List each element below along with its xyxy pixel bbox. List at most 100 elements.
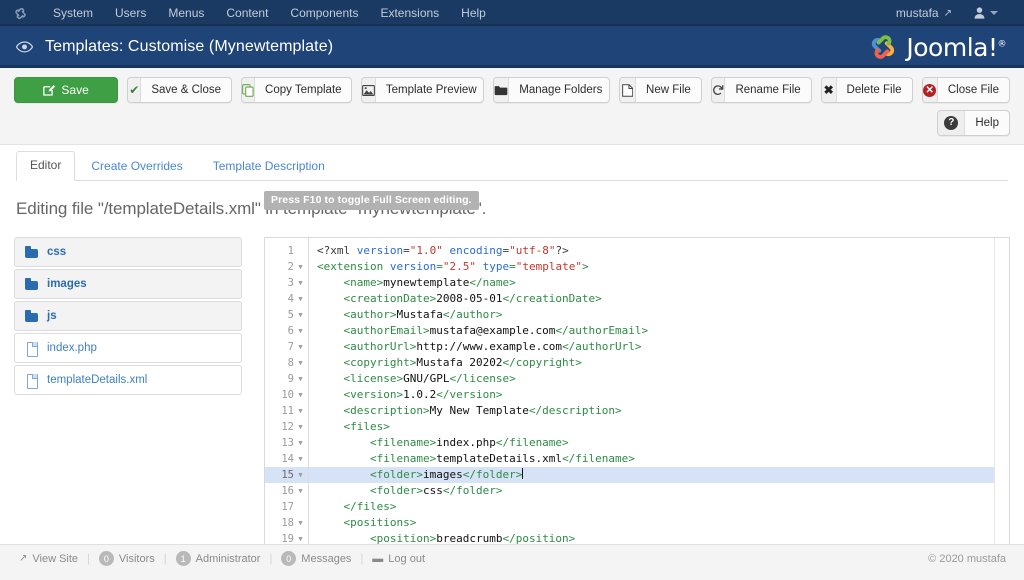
file-tree-item-templatedetails-xml[interactable]: templateDetails.xml (14, 365, 242, 395)
manage-folders-button[interactable]: Manage Folders (493, 77, 610, 103)
menu-item-extensions[interactable]: Extensions (369, 1, 450, 25)
code-line: <author>Mustafa</author> (309, 307, 1009, 323)
code-line: </files> (309, 499, 1009, 515)
code-token: "1.0" (409, 244, 443, 257)
visitors-status[interactable]: 0 Visitors (90, 551, 164, 566)
line-number: 4 (287, 293, 294, 305)
code-token: index.php (436, 436, 496, 449)
code-token: <name> (343, 276, 384, 289)
fold-arrow-icon[interactable]: ▼ (297, 339, 304, 355)
image-icon (361, 78, 376, 102)
editor-code-area[interactable]: <?xml version="1.0" encoding="utf-8"?> <e… (309, 238, 1009, 548)
logout-link[interactable]: ▬ Log out (363, 553, 434, 565)
fold-arrow-icon[interactable]: ▼ (297, 387, 304, 403)
fold-arrow-icon[interactable]: ▼ (297, 451, 304, 467)
user-menu-button[interactable] (964, 3, 1008, 23)
code-line: <folder>images</folder> (309, 467, 1009, 483)
fold-arrow-icon[interactable]: ▼ (297, 371, 304, 387)
visitors-label: Visitors (118, 552, 155, 565)
template-preview-button[interactable]: Template Preview (360, 77, 485, 103)
menu-item-users[interactable]: Users (104, 1, 157, 25)
fold-arrow-icon[interactable]: ▼ (297, 275, 304, 291)
menu-item-content[interactable]: Content (215, 1, 279, 25)
gutter-line: 5 ▼ (265, 307, 308, 323)
code-token: "template" (515, 260, 582, 273)
fullscreen-hint-tooltip: Press F10 to toggle Full Screen editing. (264, 191, 479, 210)
fold-arrow-icon[interactable]: ▼ (297, 467, 304, 483)
code-token: css (422, 484, 443, 497)
file-tree-item-js[interactable]: js (14, 301, 242, 331)
copy-template-button[interactable]: Copy Template (241, 77, 352, 103)
brand-wordmark: Joomla!® (906, 35, 1006, 60)
code-editor[interactable]: 1 2 ▼ 3 ▼ 4 ▼ 5 ▼ 6 ▼ 7 ▼ 8 ▼ 9 ▼ 10 ▼ 11 ▼ 12 ▼ 13 ▼ 14 ▼ 15 ▼ 16 ▼ 17… (264, 237, 1010, 549)
fold-arrow-icon[interactable]: ▼ (297, 435, 304, 451)
menu-item-components[interactable]: Components (279, 1, 369, 25)
file-icon (619, 78, 637, 102)
rename-file-label: Rename File (735, 84, 801, 96)
messages-status[interactable]: 0 Messages (272, 551, 360, 566)
tab-create-overrides[interactable]: Create Overrides (77, 152, 196, 181)
editor-vertical-scrollbar[interactable] (994, 238, 1009, 548)
save-and-close-button[interactable]: ✔ Save & Close (127, 77, 233, 103)
code-line: <filename>templateDetails.xml</filename> (309, 451, 1009, 467)
gutter-line: 1 (265, 243, 308, 259)
menu-item-system[interactable]: System (42, 1, 104, 25)
file-tree-item-index-php[interactable]: index.php (14, 333, 242, 363)
file-tree-item-css[interactable]: css (14, 237, 242, 267)
line-number: 17 (281, 501, 294, 513)
administrator-label: Administrator (195, 552, 261, 565)
line-number: 14 (281, 453, 294, 465)
administrator-status[interactable]: 1 Administrator (167, 551, 270, 566)
code-token: </filename> (562, 452, 635, 465)
code-token: </author> (442, 308, 503, 321)
code-token: = (509, 260, 516, 273)
gutter-line: 2 ▼ (265, 259, 308, 275)
file-icon (25, 341, 39, 357)
menu-item-menus[interactable]: Menus (157, 1, 215, 25)
new-file-button[interactable]: New File (618, 77, 702, 103)
view-site-link[interactable]: ↗︎ View Site (10, 553, 87, 565)
tab-editor[interactable]: Editor (16, 151, 76, 181)
folder-icon (25, 309, 39, 323)
rename-file-button[interactable]: Rename File (710, 77, 812, 103)
code-token: <description> (343, 404, 430, 417)
code-token: </description> (528, 404, 622, 417)
top-menu-bar: System Users Menus Content Components Ex… (0, 0, 1024, 26)
brand-registered-mark: ® (997, 39, 1007, 50)
menu-item-help[interactable]: Help (450, 1, 497, 25)
gutter-line: 3 ▼ (265, 275, 308, 291)
rotate-icon (711, 78, 726, 102)
file-tree-item-images[interactable]: images (14, 269, 242, 299)
site-name-link[interactable]: mustafa ↗︎ (888, 2, 960, 24)
fold-arrow-icon[interactable]: ▼ (297, 259, 304, 275)
gutter-line: 16 ▼ (265, 483, 308, 499)
tab-template-description[interactable]: Template Description (199, 152, 339, 181)
help-button[interactable]: ? Help (937, 110, 1010, 136)
fold-arrow-icon[interactable]: ▼ (297, 483, 304, 499)
user-icon (974, 7, 985, 19)
top-menu: System Users Menus Content Components Ex… (42, 1, 497, 25)
delete-file-button[interactable]: ✖ Delete File (820, 77, 913, 103)
folder-icon (25, 245, 39, 259)
template-preview-label: Template Preview (385, 84, 477, 96)
view-site-label: View Site (32, 552, 79, 565)
line-number: 13 (281, 437, 294, 449)
code-line: <copyright>Mustafa 20202</copyright> (309, 355, 1009, 371)
fold-arrow-icon[interactable]: ▼ (297, 307, 304, 323)
fold-arrow-icon[interactable]: ▼ (297, 323, 304, 339)
circle-x-icon: ✕ (922, 78, 938, 102)
fold-arrow-icon[interactable]: ▼ (297, 291, 304, 307)
code-token: mustafa@example.com (429, 324, 556, 337)
save-button[interactable]: Save (14, 77, 119, 103)
site-name-label: mustafa (895, 6, 939, 20)
fold-arrow-icon[interactable]: ▼ (297, 355, 304, 371)
fold-arrow-icon[interactable]: ▼ (297, 515, 304, 531)
brand-text: Joomla! (906, 32, 998, 62)
external-link-icon: ↗︎ (943, 7, 952, 19)
line-number: 1 (287, 245, 294, 257)
close-file-button[interactable]: ✕ Close File (921, 77, 1010, 103)
joomla-mini-icon[interactable] (12, 5, 28, 21)
code-token: </authorUrl> (562, 340, 642, 353)
fold-arrow-icon[interactable]: ▼ (297, 419, 304, 435)
fold-arrow-icon[interactable]: ▼ (297, 403, 304, 419)
